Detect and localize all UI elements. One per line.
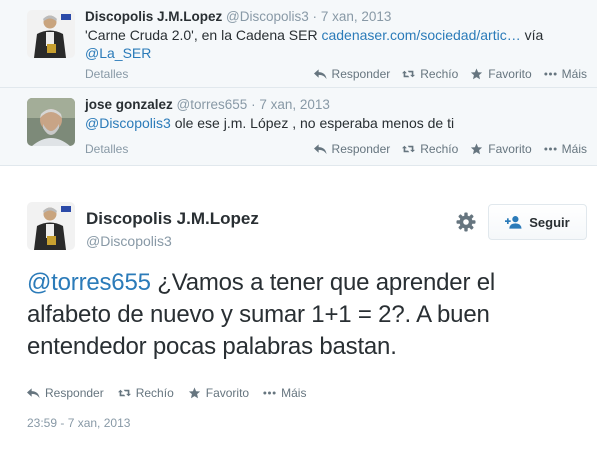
tweet-header: jose gonzalez @torres655 · 7 xan, 2013 — [85, 96, 585, 114]
tweet-header: Discopolis J.M.Lopez @Discopolis3 · 7 xa… — [85, 8, 585, 26]
tweet-text: 'Carne Cruda 2.0', en la Cadena SER cade… — [85, 26, 585, 62]
reply-label: Responder — [45, 386, 104, 400]
permalink-tweet: Discopolis J.M.Lopez @Discopolis3 Seguir… — [0, 179, 597, 455]
context-tweet[interactable]: jose gonzalez @torres655 · 7 xan, 2013 @… — [0, 87, 597, 165]
reply-icon — [314, 143, 327, 155]
tweet-text-via: vía — [520, 27, 544, 43]
tweet-footer: Detalles Responder Rechío Favorito Máis — [85, 142, 587, 160]
mention-link[interactable]: @Discopolis3 — [85, 115, 171, 131]
reply-button[interactable]: Responder — [27, 386, 104, 400]
reply-label: Responder — [331, 142, 391, 156]
follow-button[interactable]: Seguir — [488, 204, 587, 240]
retweet-label: Rechío — [135, 386, 174, 400]
avatar[interactable] — [27, 10, 75, 58]
favorite-button[interactable]: Favorito — [470, 142, 532, 156]
details-link[interactable]: Detalles — [85, 142, 128, 156]
more-dots-icon — [544, 143, 557, 155]
more-label: Máis — [561, 67, 587, 81]
reply-label: Responder — [331, 67, 391, 81]
favorite-star-icon — [470, 143, 483, 155]
fullname[interactable]: jose gonzalez — [85, 97, 173, 112]
retweet-button[interactable]: Rechío — [118, 386, 174, 400]
retweet-icon — [402, 68, 415, 80]
more-button[interactable]: Máis — [544, 67, 587, 81]
reply-button[interactable]: Responder — [314, 142, 391, 156]
retweet-label: Rechío — [420, 67, 459, 81]
tweet-actions: Responder Rechío Favorito Máis — [314, 142, 587, 156]
tweet-text-body: ole ese j.m. López , no esperaba menos d… — [170, 115, 455, 131]
gear-icon — [456, 212, 476, 232]
reply-icon — [27, 387, 40, 399]
mention-link[interactable]: @La_SER — [85, 45, 151, 61]
follow-label: Seguir — [529, 214, 570, 230]
reply-icon — [314, 68, 327, 80]
more-label: Máis — [561, 142, 587, 156]
mention-link[interactable]: @torres655 — [27, 269, 151, 296]
tweet-text: @torres655 ¿Vamos a tener que aprender e… — [27, 267, 577, 363]
avatar-image — [27, 10, 75, 58]
avatar[interactable] — [27, 98, 75, 146]
fullname[interactable]: Discopolis J.M.Lopez — [86, 209, 259, 229]
tweet-time[interactable]: 7 xan, 2013 — [259, 97, 330, 112]
time-separator: · — [312, 9, 318, 24]
user-actions-gear[interactable] — [456, 212, 476, 232]
favorite-label: Favorito — [488, 142, 532, 156]
tweet-actions: Responder Rechío Favorito Máis — [27, 386, 306, 400]
tweet-timestamp[interactable]: 23:59 - 7 xan, 2013 — [27, 416, 130, 430]
avatar-image — [27, 98, 75, 146]
username[interactable]: @Discopolis3 — [86, 233, 172, 249]
conversation-context: Discopolis J.M.Lopez @Discopolis3 · 7 xa… — [0, 0, 597, 166]
time-separator: · — [251, 97, 256, 112]
retweet-icon — [118, 387, 131, 399]
retweet-button[interactable]: Rechío — [402, 67, 458, 81]
fullname[interactable]: Discopolis J.M.Lopez — [85, 9, 222, 24]
reply-button[interactable]: Responder — [314, 67, 391, 81]
context-tweet[interactable]: Discopolis J.M.Lopez @Discopolis3 · 7 xa… — [0, 0, 597, 87]
retweet-icon — [402, 143, 415, 155]
favorite-label: Favorito — [205, 386, 250, 400]
username[interactable]: @torres655 — [177, 97, 248, 112]
avatar-image — [27, 202, 75, 250]
username[interactable]: @Discopolis3 — [226, 9, 309, 24]
retweet-button[interactable]: Rechío — [402, 142, 458, 156]
more-dots-icon — [263, 387, 276, 399]
details-link[interactable]: Detalles — [85, 67, 128, 81]
retweet-label: Rechío — [420, 142, 459, 156]
tweet-text: @Discopolis3 ole ese j.m. López , no esp… — [85, 114, 585, 132]
favorite-star-icon — [188, 387, 201, 399]
more-label: Máis — [281, 386, 307, 400]
follow-person-plus-icon — [505, 216, 522, 229]
favorite-button[interactable]: Favorito — [188, 386, 249, 400]
tweet-content: jose gonzalez @torres655 · 7 xan, 2013 @… — [85, 96, 585, 132]
tweet-text-body: 'Carne Cruda 2.0', en la Cadena SER — [85, 27, 322, 43]
tweet-content: Discopolis J.M.Lopez @Discopolis3 · 7 xa… — [85, 8, 585, 62]
tweet-time[interactable]: 7 xan, 2013 — [321, 9, 392, 24]
favorite-star-icon — [470, 68, 483, 80]
more-button[interactable]: Máis — [544, 142, 587, 156]
avatar[interactable] — [27, 202, 75, 250]
tweet-actions: Responder Rechío Favorito Máis — [314, 67, 587, 81]
tweet-footer: Detalles Responder Rechío Favorito Máis — [85, 67, 587, 85]
favorite-button[interactable]: Favorito — [470, 67, 532, 81]
more-dots-icon — [544, 68, 557, 80]
tweet-url-link[interactable]: cadenaser.com/sociedad/artic… — [321, 27, 520, 43]
more-button[interactable]: Máis — [263, 386, 306, 400]
favorite-label: Favorito — [488, 67, 532, 81]
